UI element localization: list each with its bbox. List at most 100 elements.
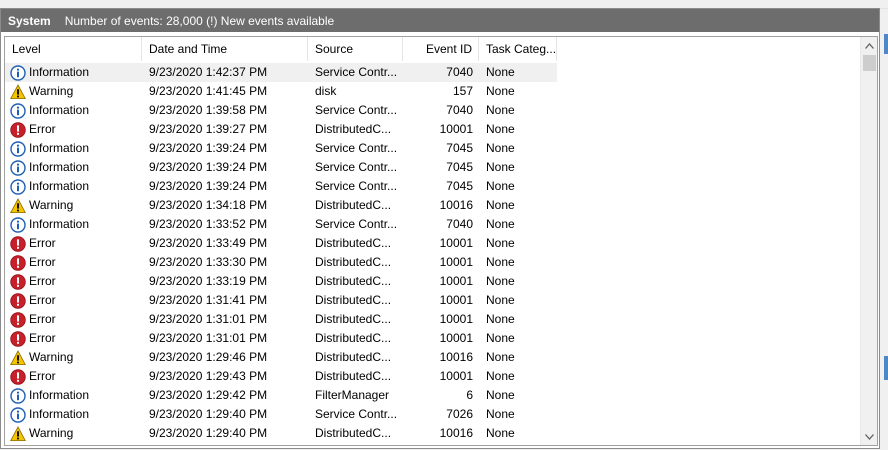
- source-cell: DistributedC...: [315, 312, 392, 326]
- level-label: Error: [29, 122, 56, 136]
- source-cell: DistributedC...: [315, 236, 392, 250]
- scrollbar-thumb[interactable]: [863, 55, 876, 71]
- table-row[interactable]: Information 9/23/2020 1:33:52 PM Service C…: [5, 215, 865, 234]
- level-label: Error: [29, 236, 56, 250]
- level-label: Warning: [29, 84, 74, 98]
- level-cell: Warning: [5, 348, 142, 367]
- source-cell: Service Contr...: [315, 103, 398, 117]
- table-row[interactable]: Warning 9/23/2020 1:41:45 PM disk 157 None: [5, 82, 865, 101]
- level-label: Error: [29, 255, 56, 269]
- task-category-cell: None: [486, 407, 515, 421]
- error-icon: [10, 330, 26, 347]
- source-cell: Service Contr...: [315, 179, 398, 193]
- warning-icon: [10, 425, 26, 442]
- level-cell: Error: [5, 310, 142, 329]
- error-icon: [10, 235, 26, 252]
- event-id-cell: 7040: [403, 63, 479, 82]
- table-row[interactable]: Information 9/23/2020 1:39:58 PM Service C…: [5, 101, 865, 120]
- source-cell: DistributedC...: [315, 255, 392, 269]
- date-cell: 9/23/2020 1:33:19 PM: [149, 274, 268, 288]
- level-cell: Warning: [5, 424, 142, 443]
- source-cell: Service Contr...: [315, 407, 398, 421]
- table-row[interactable]: Warning 9/23/2020 1:29:46 PM DistributedC.…: [5, 348, 865, 367]
- table-row[interactable]: Error 9/23/2020 1:39:27 PM DistributedC...…: [5, 120, 865, 139]
- table-row[interactable]: Information 9/23/2020 1:42:37 PM Service C…: [5, 63, 865, 82]
- info-icon: [10, 102, 26, 119]
- level-cell: Error: [5, 291, 142, 310]
- table-row[interactable]: Information 9/23/2020 1:29:42 PM FilterMan…: [5, 386, 865, 405]
- table-row[interactable]: Warning 9/23/2020 1:29:40 PM DistributedC.…: [5, 424, 865, 443]
- table-row[interactable]: Error 9/23/2020 1:33:19 PM DistributedC...…: [5, 272, 865, 291]
- column-header-level[interactable]: Level: [5, 37, 142, 61]
- date-cell: 9/23/2020 1:39:24 PM: [149, 141, 268, 155]
- source-cell: Service Contr...: [308, 63, 403, 82]
- error-icon: [10, 121, 26, 138]
- vertical-scrollbar[interactable]: [860, 37, 877, 445]
- table-row[interactable]: Information 9/23/2020 1:39:24 PM Service C…: [5, 177, 865, 196]
- adjacent-pane-edge: [881, 34, 888, 442]
- table-row[interactable]: Information 9/23/2020 1:29:40 PM Service C…: [5, 405, 865, 424]
- date-cell: 9/23/2020 1:31:41 PM: [149, 293, 268, 307]
- error-icon: [10, 273, 26, 290]
- level-cell: Warning: [5, 82, 142, 101]
- info-icon: [10, 406, 26, 423]
- event-id-cell: 10001: [439, 331, 473, 345]
- date-cell: 9/23/2020 1:42:37 PM: [142, 63, 308, 82]
- source-cell: DistributedC...: [315, 293, 392, 307]
- table-row[interactable]: Warning 9/23/2020 1:34:18 PM DistributedC.…: [5, 196, 865, 215]
- table-row[interactable]: Error 9/23/2020 1:33:49 PM DistributedC...…: [5, 234, 865, 253]
- level-cell: Error: [5, 253, 142, 272]
- event-id-cell: 10001: [439, 369, 473, 383]
- info-icon: [10, 159, 26, 176]
- task-category-cell: None: [486, 141, 515, 155]
- date-cell: 9/23/2020 1:31:01 PM: [149, 312, 268, 326]
- task-category-cell: None: [486, 426, 515, 440]
- table-row[interactable]: Information 9/23/2020 1:39:24 PM Service C…: [5, 139, 865, 158]
- event-count-status[interactable]: Number of events: 28,000 (!) New events …: [65, 14, 334, 28]
- column-header-event-id[interactable]: Event ID: [403, 37, 479, 61]
- table-row[interactable]: Information 9/23/2020 1:39:24 PM Service C…: [5, 158, 865, 177]
- event-id-cell: 7040: [446, 217, 473, 231]
- event-id-cell: 10016: [439, 426, 473, 440]
- level-label: Information: [29, 160, 90, 174]
- info-icon: [10, 387, 26, 404]
- error-icon: [10, 254, 26, 271]
- table-row[interactable]: Error 9/23/2020 1:31:01 PM DistributedC...…: [5, 310, 865, 329]
- event-id-cell: 10001: [439, 255, 473, 269]
- source-cell: FilterManager: [315, 388, 390, 402]
- level-label: Error: [29, 331, 56, 345]
- level-cell: Error: [5, 120, 142, 139]
- chevron-up-icon[interactable]: [861, 37, 877, 54]
- table-row[interactable]: Error 9/23/2020 1:33:30 PM DistributedC...…: [5, 253, 865, 272]
- column-header-source[interactable]: Source: [308, 37, 403, 61]
- date-cell: 9/23/2020 1:29:42 PM: [149, 388, 268, 402]
- task-category-cell: None: [486, 255, 515, 269]
- level-label: Information: [29, 65, 90, 79]
- error-icon: [10, 292, 26, 309]
- column-headers: Level Date and Time Source Event ID Task…: [5, 37, 865, 61]
- info-icon: [10, 216, 26, 233]
- source-cell: DistributedC...: [315, 350, 392, 364]
- level-label: Warning: [29, 198, 74, 212]
- table-row[interactable]: Error 9/23/2020 1:29:43 PM DistributedC...…: [5, 367, 865, 386]
- panel-titlebar: System Number of events: 28,000 (!) New …: [1, 9, 879, 32]
- task-category-cell: None: [486, 217, 515, 231]
- event-id-cell: 6: [466, 388, 473, 402]
- chevron-down-icon[interactable]: [861, 428, 877, 445]
- event-list[interactable]: Level Date and Time Source Event ID Task…: [4, 36, 878, 446]
- error-icon: [10, 311, 26, 328]
- event-rows: Information 9/23/2020 1:42:37 PM Service C…: [5, 63, 865, 443]
- table-row[interactable]: Error 9/23/2020 1:31:41 PM DistributedC...…: [5, 291, 865, 310]
- event-id-cell: 10016: [439, 198, 473, 212]
- column-header-task-category[interactable]: Task Categ...: [479, 37, 557, 61]
- date-cell: 9/23/2020 1:33:30 PM: [149, 255, 268, 269]
- level-label: Error: [29, 312, 56, 326]
- column-header-date[interactable]: Date and Time: [142, 37, 308, 61]
- level-cell: Warning: [5, 196, 142, 215]
- date-cell: 9/23/2020 1:33:52 PM: [149, 217, 268, 231]
- level-label: Information: [29, 103, 90, 117]
- event-id-cell: 7045: [446, 160, 473, 174]
- event-id-cell: 157: [452, 84, 473, 98]
- event-id-cell: 7026: [446, 407, 473, 421]
- table-row[interactable]: Error 9/23/2020 1:31:01 PM DistributedC...…: [5, 329, 865, 348]
